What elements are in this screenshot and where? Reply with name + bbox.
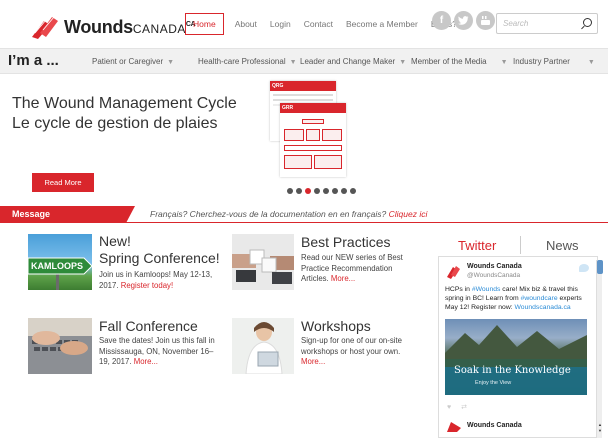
chevron-down-icon: ▼ [167,59,175,66]
twitter-icon[interactable] [454,11,473,30]
audience-media[interactable]: Member of the Media ▼ [411,57,508,66]
main-nav: Home About Login Contact Become a Member… [185,13,470,35]
logo-icon [30,15,60,39]
register-today-link[interactable]: Register today! [121,281,173,290]
audience-patient[interactable]: Patient or Caregiver ▼ [92,57,174,66]
tweet-photo-caption: Soak in the Knowledge [454,365,571,376]
cliquez-ici-link[interactable]: Cliquez ici [389,209,428,219]
site-header: WoundsCANADACA Home About Login Contact … [0,0,608,48]
tab-divider [520,236,521,254]
hero-slider: The Wound Management Cycle Le cycle de g… [0,75,608,204]
twitter-bird-icon [579,264,589,272]
best-practices-text: Read our NEW series of Best Practice Rec… [301,253,403,283]
audience-industry[interactable]: Industry Partner ▼ [513,57,595,66]
chevron-down-icon: ▼ [500,59,508,66]
spring-text: Join us in Kamloops! May 12-13, 2017. Re… [99,270,213,290]
hero-title: The Wound Management Cycle Le cycle de g… [12,95,237,132]
wounds-canada-avatar-icon[interactable] [445,263,461,279]
nav-login[interactable]: Login [270,19,291,29]
message-bar: Message Français? Cherchez-vous de la do… [0,206,608,223]
nav-contact[interactable]: Contact [304,19,333,29]
retweet-icon[interactable]: ⇄ [461,404,467,411]
logo-text: WoundsCANADACA [64,16,196,37]
workshops-more-link[interactable]: More... [301,357,325,366]
audience-bar: I’m a ... Patient or Caregiver ▼ Health-c… [0,48,608,74]
woundscanada-link[interactable]: Woundscanada.ca [515,304,571,311]
message-label: Message [0,206,135,223]
slide-dot[interactable] [296,188,302,194]
like-icon[interactable]: ♥ [447,404,451,411]
wounds-canada-logo[interactable]: WoundsCANADACA [30,14,196,40]
read-more-button[interactable]: Read More [32,173,94,192]
search-input[interactable]: Search [496,13,598,34]
slide-dot[interactable] [341,188,347,194]
puzzle-hands-image[interactable] [232,234,294,290]
best-practices-more-link[interactable]: More... [331,274,355,283]
grr-document: GRR [280,103,346,177]
keyboard-typing-image[interactable] [28,318,92,374]
nav-become-member[interactable]: Become a Member [346,19,418,29]
wounds-canada-footer-logo-icon [447,419,461,432]
social-links: f [432,11,498,30]
slide-dots [287,188,359,194]
tweet-photo-lake[interactable]: Soak in the Knowledge Enjoy the View [445,319,587,395]
spring-title[interactable]: New! Spring Conference! [99,233,220,267]
audience-label: I’m a ... [8,52,59,69]
scrollbar-thumb[interactable] [597,260,603,274]
kamloops-sign-text: KAMLOOPS [31,261,84,271]
youtube-icon[interactable] [476,11,495,30]
slide-dot[interactable] [350,188,356,194]
nurse-tablet-image[interactable] [232,318,294,374]
fall-conference-text: Save the dates! Join us this fall in Mis… [99,336,215,366]
slide-dot[interactable] [314,188,320,194]
best-practices-title[interactable]: Best Practices [301,234,390,251]
hashtag-woundcare-link[interactable]: #woundcare [521,295,558,302]
chevron-down-icon: ▼ [399,59,407,66]
hero-documents-image: QRG GRR [270,81,346,177]
tweet-footer-name[interactable]: Wounds Canada [467,422,522,429]
tab-news[interactable]: News [546,238,579,253]
hashtag-wounds-link[interactable]: #Wounds [472,286,501,293]
slide-dot[interactable] [323,188,329,194]
tweet-author-handle[interactable]: @WoundsCanada [467,272,520,279]
slide-dot[interactable] [287,188,293,194]
kamloops-sign-image[interactable]: KAMLOOPS [28,234,92,290]
twitter-feed[interactable]: Wounds Canada @WoundsCanada HCPs in #Wou… [438,256,598,438]
nav-home[interactable]: Home [185,13,224,35]
workshops-text: Sign-up for one of our on-site workshops… [301,336,402,366]
tweet-author-name[interactable]: Wounds Canada [467,263,522,270]
slide-dot[interactable] [305,188,311,194]
tweet-actions: ♥ ⇄ [447,403,467,411]
search-icon[interactable] [583,18,592,27]
audience-hcp[interactable]: Health-care Professional ▼ [198,57,297,66]
fall-conference-title[interactable]: Fall Conference [99,318,198,335]
tab-twitter[interactable]: Twitter [458,238,496,253]
scroll-arrows-icon[interactable]: ▲ ▼ [597,422,603,434]
message-text: Français? Cherchez-vous de la documentat… [150,209,428,219]
slide-dot[interactable] [332,188,338,194]
nav-about[interactable]: About [235,19,257,29]
twitter-scrollbar[interactable]: ▲ ▼ [596,260,603,438]
facebook-icon[interactable]: f [432,11,451,30]
tweet-photo-subcaption: Enjoy the View [475,380,512,386]
fall-conference-more-link[interactable]: More... [134,357,158,366]
chevron-down-icon: ▼ [289,59,297,66]
workshops-title[interactable]: Workshops [301,318,371,335]
chevron-down-icon: ▼ [587,59,595,66]
tweet-text: HCPs in #Wounds care! Mix biz & travel t… [445,286,582,311]
audience-leader[interactable]: Leader and Change Maker ▼ [300,57,406,66]
